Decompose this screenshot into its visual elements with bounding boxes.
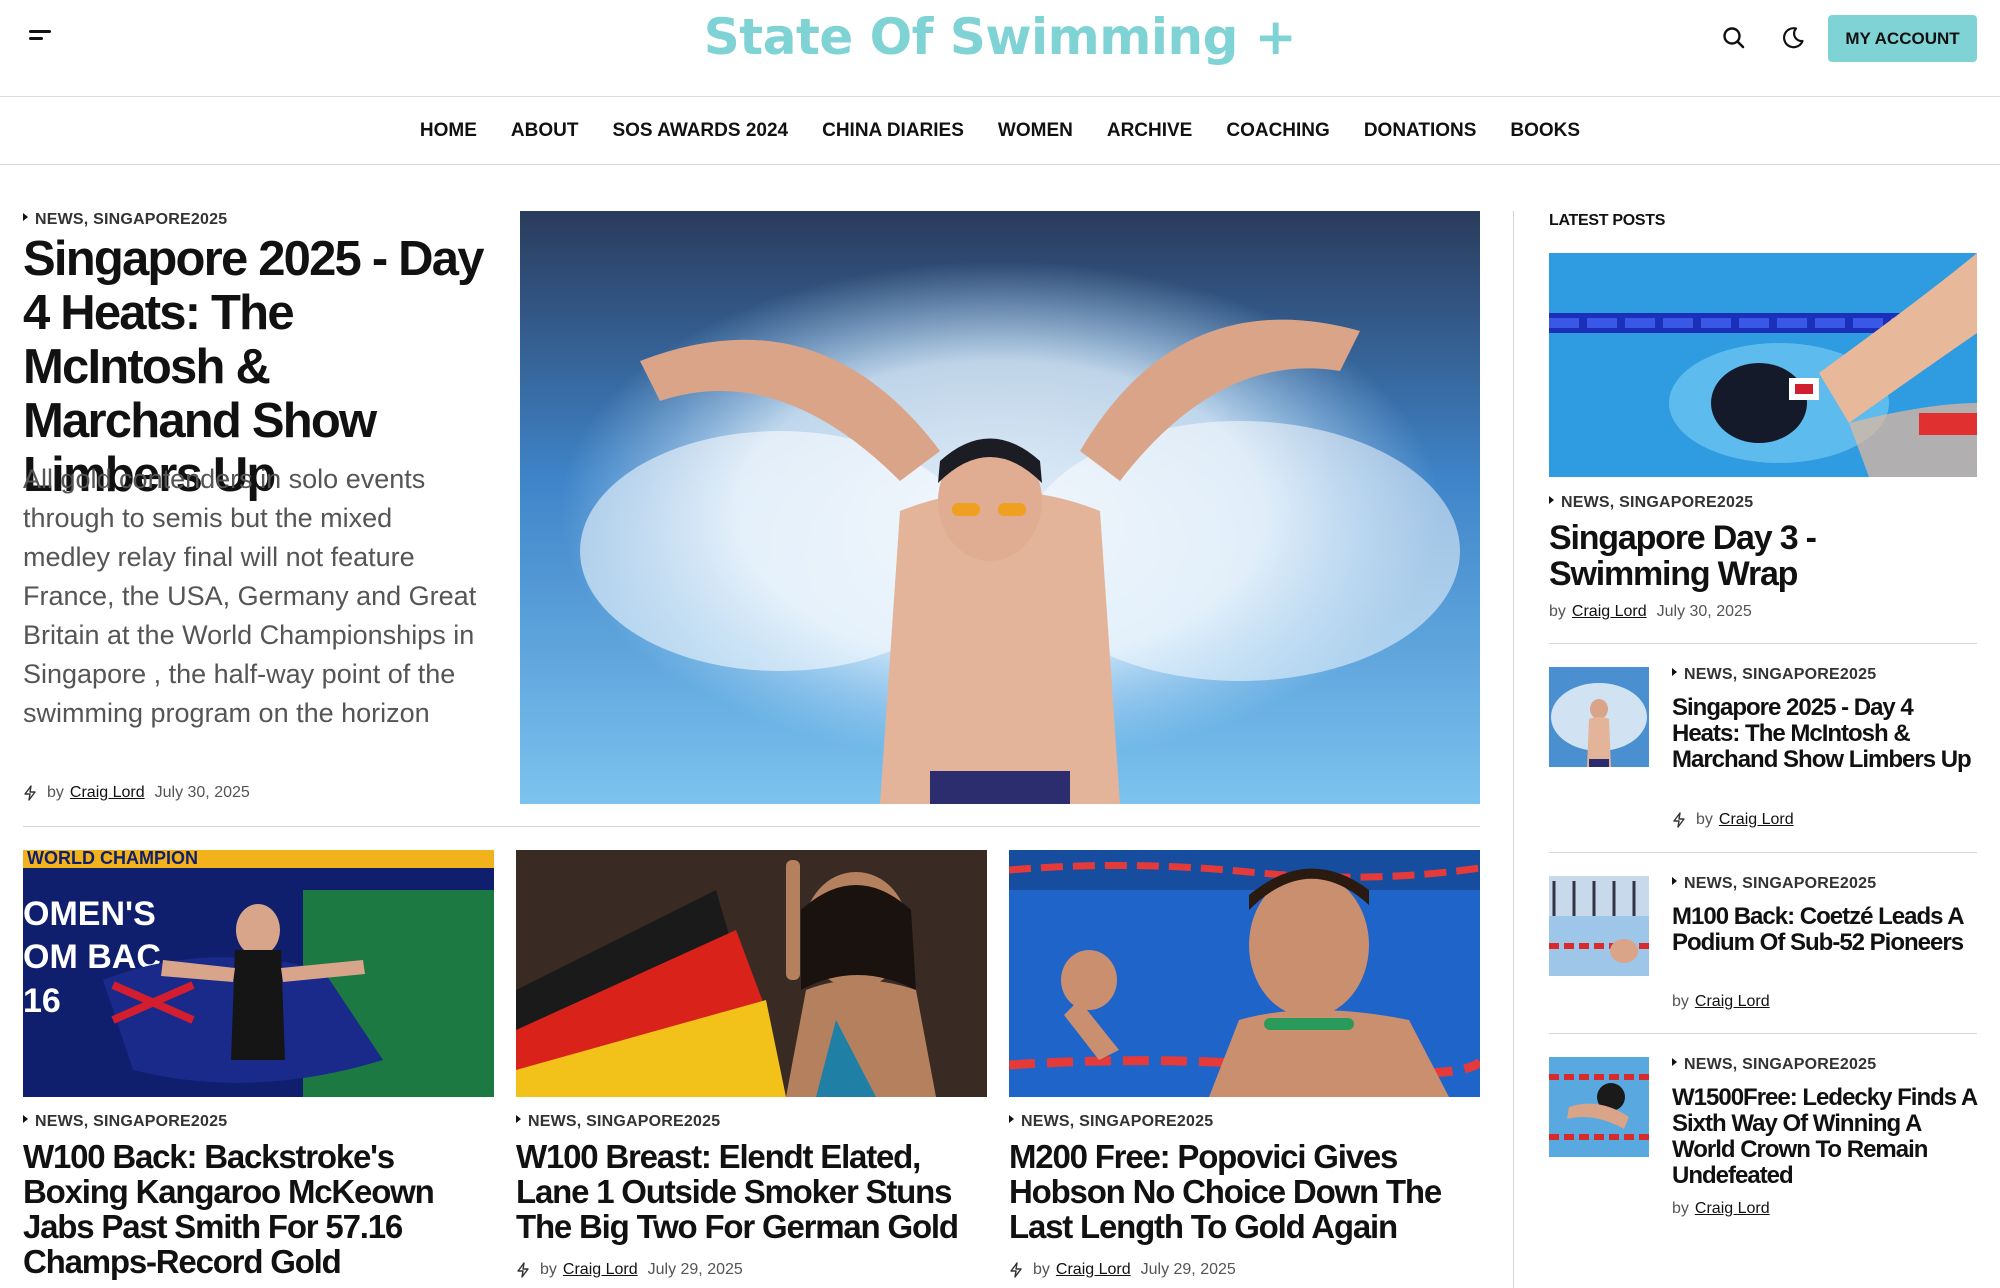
main-nav: HOME ABOUT SOS AWARDS 2024 CHINA DIARIES… — [0, 97, 2000, 165]
moon-icon[interactable] — [1779, 24, 1807, 52]
author-link[interactable]: Craig Lord — [1572, 603, 1647, 621]
article-title[interactable]: W100 Back: Backstroke's Boxing Kangaroo … — [23, 1139, 495, 1279]
byline-label: by — [1672, 993, 1689, 1010]
sidebar-separator — [1549, 643, 1977, 644]
sidebar-post-title[interactable]: Singapore 2025 - Day 4 Heats: The McInto… — [1672, 695, 1977, 773]
nav-item-china-diaries[interactable]: CHINA DIARIES — [822, 120, 964, 142]
sidebar-post-thumbnail[interactable] — [1549, 1057, 1649, 1157]
article-category[interactable]: NEWS, SINGAPORE2025 — [516, 1113, 720, 1131]
latest-post-meta: by Craig Lord July 30, 2025 — [1549, 603, 1752, 621]
article-category[interactable]: NEWS, SINGAPORE2025 — [23, 1113, 227, 1131]
nav-item-books[interactable]: BOOKS — [1510, 120, 1580, 142]
bolt-icon — [24, 785, 36, 801]
image-text: 16 — [23, 982, 61, 1020]
bolt-icon — [1673, 812, 1685, 828]
sidebar-separator — [1549, 852, 1977, 853]
author-link[interactable]: Craig Lord — [1695, 1200, 1770, 1218]
byline-label: by — [540, 1261, 557, 1278]
nav-item-donations[interactable]: DONATIONS — [1364, 120, 1477, 142]
sidebar-post-category[interactable]: NEWS, SINGAPORE2025 — [1672, 666, 1876, 684]
featured-image[interactable] — [520, 211, 1480, 804]
author-link[interactable]: Craig Lord — [1719, 811, 1794, 829]
byline-label: by — [1033, 1261, 1050, 1278]
nav-item-archive[interactable]: ARCHIVE — [1107, 120, 1193, 142]
featured-category[interactable]: NEWS, SINGAPORE2025 — [23, 211, 227, 229]
sidebar-post-meta: by Craig Lord — [1672, 811, 1794, 829]
byline-label: by — [1696, 811, 1713, 828]
article-image[interactable]: WORLD CHAMPION OMEN'S OM BAC 16 — [23, 850, 494, 1097]
byline-label: by — [1549, 603, 1566, 620]
sidebar-post-thumbnail[interactable] — [1549, 667, 1649, 767]
article-meta: by Craig Lord July 29, 2025 — [516, 1261, 743, 1279]
latest-post-title[interactable]: Singapore Day 3 - Swimming Wrap — [1549, 520, 1977, 592]
nav-item-women[interactable]: WOMEN — [998, 120, 1073, 142]
author-link[interactable]: Craig Lord — [1056, 1261, 1131, 1279]
featured-excerpt: All gold contenders in solo events throu… — [23, 464, 477, 728]
article-category[interactable]: NEWS, SINGAPORE2025 — [1009, 1113, 1213, 1131]
search-icon[interactable] — [1720, 24, 1748, 52]
byline-label: by — [1672, 1200, 1689, 1217]
author-link[interactable]: Craig Lord — [1695, 993, 1770, 1011]
article-image[interactable] — [516, 850, 987, 1097]
article-title[interactable]: W100 Breast: Elendt Elated, Lane 1 Outsi… — [516, 1139, 988, 1244]
article-meta: by Craig Lord July 29, 2025 — [1009, 1261, 1236, 1279]
sidebar-post-title[interactable]: M100 Back: Coetzé Leads A Podium Of Sub-… — [1672, 904, 1977, 956]
post-date: July 30, 2025 — [1656, 603, 1752, 620]
bolt-icon — [517, 1262, 529, 1278]
author-link[interactable]: Craig Lord — [70, 784, 145, 802]
site-title[interactable]: State Of Swimming + — [0, 8, 2000, 66]
sidebar-post-thumbnail[interactable] — [1549, 876, 1649, 976]
bolt-icon — [1010, 1262, 1022, 1278]
nav-item-home[interactable]: HOME — [420, 120, 477, 142]
article-title[interactable]: M200 Free: Popovici Gives Hobson No Choi… — [1009, 1139, 1481, 1244]
latest-post-category[interactable]: NEWS, SINGAPORE2025 — [1549, 494, 1753, 512]
sidebar-post-meta: by Craig Lord — [1672, 993, 1770, 1011]
section-divider — [23, 826, 1480, 827]
post-date: July 30, 2025 — [154, 784, 250, 801]
featured-meta: by Craig Lord July 30, 2025 — [23, 784, 250, 802]
latest-posts-heading: LATEST POSTS — [1549, 212, 1666, 229]
image-text: WORLD CHAMPION — [27, 850, 198, 868]
nav-item-about[interactable]: ABOUT — [511, 120, 579, 142]
sidebar-post-title[interactable]: W1500Free: Ledecky Finds A Sixth Way Of … — [1672, 1085, 1977, 1189]
sidebar-post-category[interactable]: NEWS, SINGAPORE2025 — [1672, 1056, 1876, 1074]
site-header: State Of Swimming + MY ACCOUNT — [0, 0, 2000, 97]
sidebar-post-meta: by Craig Lord — [1672, 1200, 1770, 1218]
article-image[interactable] — [1009, 850, 1480, 1097]
sidebar-separator — [1549, 1033, 1977, 1034]
nav-item-sos-awards[interactable]: SOS AWARDS 2024 — [612, 120, 788, 142]
my-account-button[interactable]: MY ACCOUNT — [1828, 15, 1977, 62]
author-link[interactable]: Craig Lord — [563, 1261, 638, 1279]
nav-item-coaching[interactable]: COACHING — [1226, 120, 1329, 142]
post-date: July 29, 2025 — [1140, 1261, 1236, 1278]
sidebar-post-category[interactable]: NEWS, SINGAPORE2025 — [1672, 875, 1876, 893]
sidebar-divider — [1513, 211, 1514, 1288]
latest-post-image[interactable] — [1549, 253, 1977, 477]
image-text: OMEN'S — [23, 895, 156, 933]
post-date: July 29, 2025 — [647, 1261, 743, 1278]
byline-label: by — [47, 784, 64, 801]
